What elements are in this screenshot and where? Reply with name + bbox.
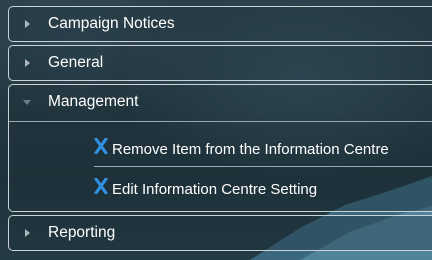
menu-item-label: Edit Information Centre Setting xyxy=(112,181,318,198)
section-label: Management xyxy=(48,93,139,110)
section-header[interactable]: General xyxy=(9,46,432,80)
accordion-section-reporting[interactable]: Reporting xyxy=(8,215,432,251)
section-divider xyxy=(9,121,432,122)
accordion-section-general[interactable]: General xyxy=(8,45,432,81)
section-label: Campaign Notices xyxy=(48,15,175,32)
section-header[interactable]: Campaign Notices xyxy=(9,7,432,41)
caret-right-icon xyxy=(25,20,30,28)
section-label: General xyxy=(48,54,104,71)
menu-item-label: Remove Item from the Information Centre xyxy=(112,141,389,158)
x-icon xyxy=(94,138,108,154)
section-label: Reporting xyxy=(48,224,116,241)
caret-down-icon xyxy=(23,100,31,105)
item-divider xyxy=(94,166,432,167)
caret-right-icon xyxy=(25,229,30,237)
section-header[interactable]: Management xyxy=(9,85,432,119)
caret-right-icon xyxy=(25,59,30,67)
accordion-section-management[interactable]: Management Remove Item from the Informat… xyxy=(8,84,432,212)
accordion-section-campaign-notices[interactable]: Campaign Notices xyxy=(8,6,432,42)
x-icon xyxy=(94,178,108,194)
section-header[interactable]: Reporting xyxy=(9,216,432,250)
